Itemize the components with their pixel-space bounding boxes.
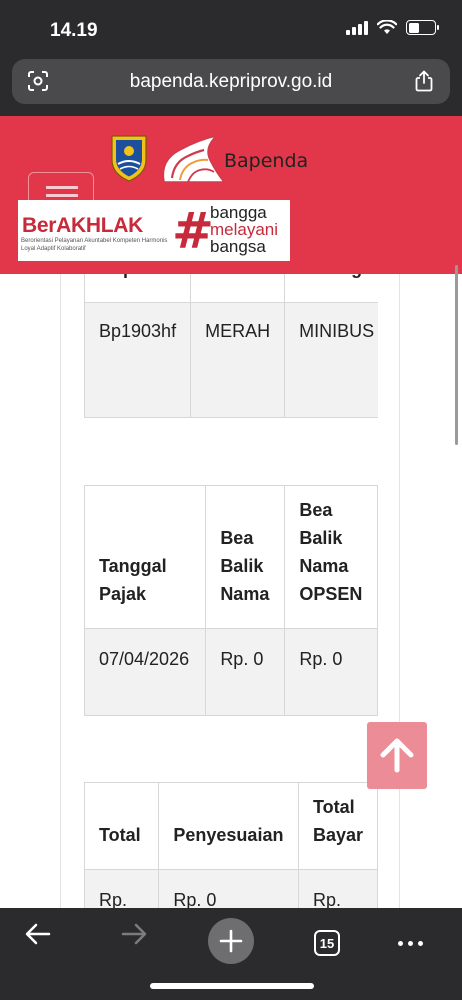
table-cell: MERAH: [190, 302, 286, 418]
table-header-row: Tanggal Pajak Bea Balik Nama Bea Balik N…: [84, 485, 378, 629]
tax-date-table[interactable]: Tanggal Pajak Bea Balik Nama Bea Balik N…: [84, 485, 378, 717]
back-button[interactable]: [16, 912, 60, 956]
site-header: Bapenda BerAKHLAK Berorientasi Pelayanan…: [0, 116, 462, 274]
battery-icon: [406, 20, 439, 35]
bapenda-logo: Bapenda: [158, 130, 323, 190]
table-header: Penyesuaian: [158, 782, 299, 870]
table-header-row: Nopol Warna Golongan: [84, 274, 378, 303]
forward-arrow-icon: [121, 923, 147, 945]
table-header: Warna: [190, 274, 286, 303]
table-cell: Bp1903hf: [84, 302, 192, 418]
table-cell: Rp. 0: [158, 869, 299, 908]
tagline-line-3: bangsa: [210, 237, 266, 256]
status-time: 14.19: [50, 20, 98, 41]
table-row: Rp. Rp. 0 Rp.: [84, 869, 378, 908]
table-row: Bp1903hf MERAH MINIBUS: [84, 302, 378, 418]
berakhlak-banner: BerAKHLAK Berorientasi Pelayanan Akuntab…: [18, 200, 290, 261]
more-icon[interactable]: [398, 930, 432, 956]
scrollbar[interactable]: [455, 265, 458, 445]
forward-button[interactable]: [112, 912, 156, 956]
berakhlak-title: BerAKHLAK: [22, 214, 143, 237]
back-arrow-icon: [25, 923, 51, 945]
tagline-line-1: bangga: [210, 203, 267, 222]
tagline-line-2: melayani: [210, 220, 279, 239]
scroll-to-top-button[interactable]: [367, 722, 427, 789]
share-icon[interactable]: [412, 69, 436, 93]
new-tab-button[interactable]: [208, 918, 254, 964]
berakhlak-subtitle: Berorientasi Pelayanan Akuntabel Kompete…: [21, 238, 168, 252]
arrow-up-icon: [380, 738, 414, 773]
table-header: Bea Balik Nama: [205, 485, 286, 629]
bangga-melayani-bangsa-tagline: bangga melayani bangsa: [210, 204, 278, 255]
table-cell: Rp. 0: [205, 628, 286, 716]
table-row: 07/04/2026 Rp. 0 Rp. 0: [84, 628, 378, 716]
status-icons: [346, 20, 439, 35]
table-cell: Rp.: [84, 869, 160, 908]
table-header: Tanggal Pajak: [84, 485, 207, 629]
table-header: Total Bayar: [297, 782, 378, 870]
payment-table[interactable]: Total Penyesuaian Total Bayar Rp. Rp. 0 …: [84, 782, 378, 908]
table-header-row: Total Penyesuaian Total Bayar: [84, 782, 378, 870]
table-header: Bea Balik Nama OPSEN: [284, 485, 378, 629]
vehicle-table[interactable]: Nopol Warna Golongan Bp1903hf MERAH MINI…: [84, 274, 378, 419]
url-domain[interactable]: bapenda.kepriprov.go.id: [12, 71, 450, 93]
table-cell: Rp.: [297, 869, 378, 908]
hashtag-symbol: #: [172, 202, 214, 260]
province-crest-logo: [111, 135, 147, 182]
table-header: Nopol: [84, 274, 192, 303]
table-cell: Rp. 0: [284, 628, 378, 716]
bapenda-logo-text: Bapenda: [224, 150, 309, 172]
tabs-button[interactable]: 15: [314, 930, 340, 956]
cellular-signal-icon: [346, 20, 368, 35]
plus-icon: [219, 929, 243, 953]
home-indicator: [150, 983, 314, 989]
status-bar: 14.19: [0, 0, 462, 58]
wifi-icon: [377, 20, 397, 34]
table-cell: 07/04/2026: [84, 628, 207, 716]
table-cell: MINIBUS: [284, 302, 378, 418]
page-content: Nopol Warna Golongan Bp1903hf MERAH MINI…: [0, 274, 462, 908]
table-header: Total: [84, 782, 160, 870]
table-header: Golongan: [284, 274, 378, 303]
url-bar[interactable]: bapenda.kepriprov.go.id: [12, 59, 450, 104]
